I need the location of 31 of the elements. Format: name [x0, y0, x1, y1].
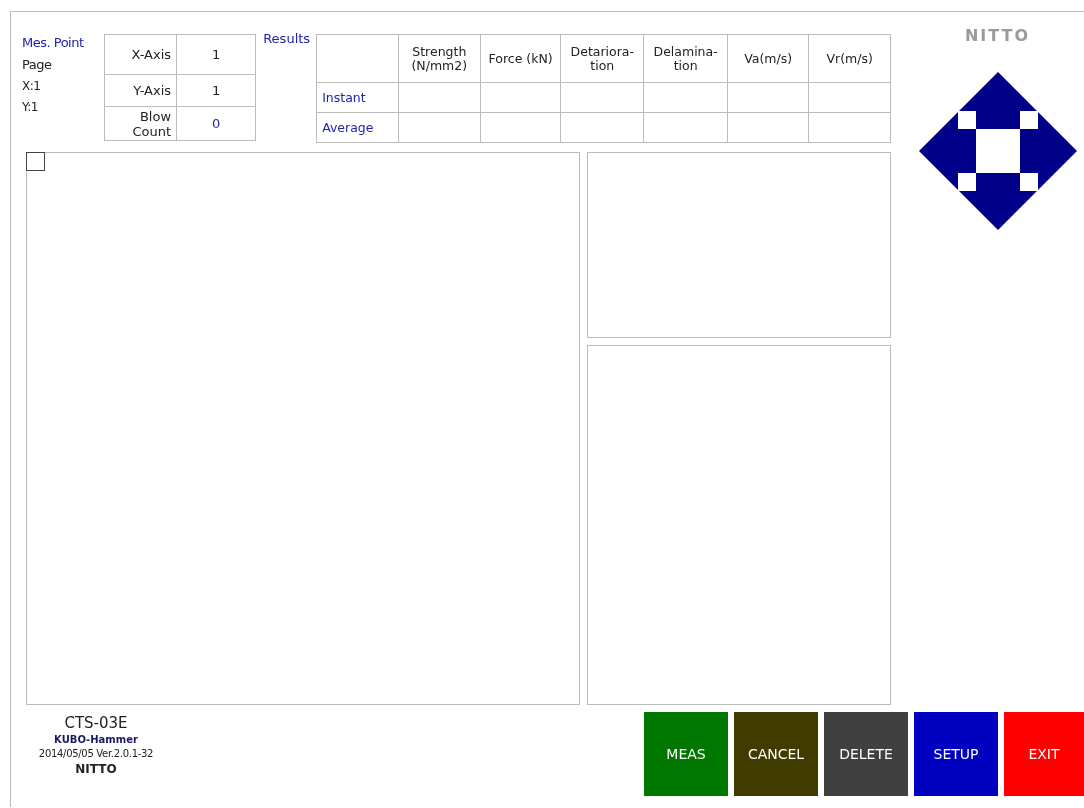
- page-label: Page: [22, 56, 53, 74]
- table-cell: 1: [176, 74, 256, 107]
- table-cell: 0: [176, 106, 256, 141]
- column-header: Force (kN): [480, 34, 561, 83]
- table-cell: 1: [176, 34, 256, 75]
- column-header: Detariora- tion: [560, 34, 644, 83]
- y-coordinate: Y:1: [22, 99, 39, 116]
- action-button[interactable]: MEAS: [644, 712, 728, 796]
- column-header: Strength (N/mm2): [398, 34, 481, 83]
- logo-icon: [918, 72, 1077, 230]
- model-name: CTS-03E: [64, 714, 128, 733]
- column-header: Vr(m/s): [808, 34, 891, 83]
- table-cell: X-Axis: [104, 34, 177, 75]
- action-button[interactable]: SETUP: [914, 712, 998, 796]
- x-coordinate: X:1: [22, 78, 42, 95]
- checkbox[interactable]: [26, 152, 45, 171]
- row-header: Instant: [316, 82, 399, 113]
- results-label: Results: [263, 31, 311, 46]
- version-text: 2014/05/05 Ver.2.0.1-32: [38, 747, 154, 761]
- column-header: Va(m/s): [727, 34, 809, 83]
- column-header: Delamina- tion: [643, 34, 728, 83]
- maker-name: NITTO: [75, 761, 117, 778]
- table-cell: Blow Count: [104, 106, 177, 141]
- product-name: KUBO-Hammer: [54, 733, 138, 747]
- action-button[interactable]: CANCEL: [734, 712, 818, 796]
- action-button[interactable]: DELETE: [824, 712, 908, 796]
- row-header: Average: [316, 112, 399, 143]
- action-button[interactable]: EXIT: [1004, 712, 1084, 796]
- mes-point-label: Mes. Point: [22, 34, 85, 52]
- table-cell: Y-Axis: [104, 74, 177, 107]
- brand-label: NITTO: [964, 26, 1031, 45]
